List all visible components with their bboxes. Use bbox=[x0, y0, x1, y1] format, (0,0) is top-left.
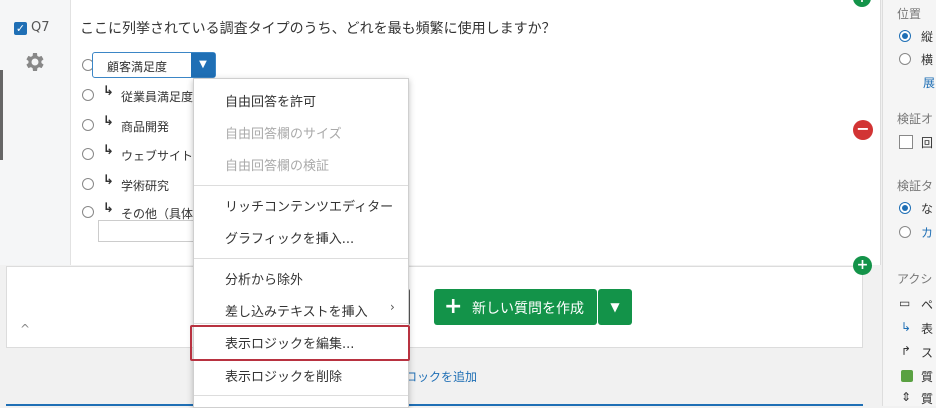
add-logic-link[interactable]: ロックを追加 bbox=[405, 368, 477, 385]
new-question-button[interactable]: + 新しい質問を作成 bbox=[434, 289, 597, 325]
action-label[interactable]: 質 bbox=[921, 368, 933, 385]
menu-item-exclude-analysis[interactable]: 分析から除外 bbox=[225, 269, 303, 288]
menu-item-edit-display-logic[interactable]: 表示ロジックを編集... bbox=[225, 333, 354, 352]
horizontal-label: 横 bbox=[921, 53, 934, 67]
menu-item-allow-text[interactable]: 自由回答を許可 bbox=[225, 91, 316, 110]
expand-link[interactable]: 展 bbox=[923, 74, 935, 91]
validation-custom-radio[interactable] bbox=[899, 226, 911, 238]
choice-radio[interactable] bbox=[82, 206, 94, 218]
page-icon[interactable]: ▭ bbox=[899, 296, 910, 310]
choice-context-menu: 自由回答を許可 自由回答欄のサイズ 自由回答欄の検証 リッチコンテンツエディター… bbox=[190, 78, 410, 408]
display-logic-icon[interactable]: ↳ bbox=[901, 320, 911, 334]
new-question-label: 新しい質問を作成 bbox=[472, 301, 584, 317]
action-label[interactable]: ペ bbox=[921, 296, 933, 313]
menu-divider bbox=[194, 258, 408, 259]
question-select-checkbox[interactable]: ✓ bbox=[14, 22, 27, 35]
branch-arrow-icon: ↳ bbox=[103, 84, 114, 99]
chevron-right-icon: › bbox=[390, 300, 395, 314]
validation-custom-label[interactable]: カ bbox=[921, 224, 933, 241]
actions-label: アクシ bbox=[897, 272, 933, 286]
collapse-icon[interactable]: ^ bbox=[20, 322, 30, 336]
menu-item-text-size: 自由回答欄のサイズ bbox=[225, 127, 342, 142]
vertical-radio[interactable] bbox=[899, 30, 911, 42]
choice-label[interactable]: ウェブサイト bbox=[121, 147, 193, 164]
gear-icon[interactable] bbox=[23, 50, 47, 74]
question-gutter bbox=[0, 0, 71, 265]
menu-item-rich-editor[interactable]: リッチコンテンツエディター bbox=[225, 196, 393, 215]
vertical-label: 縦 bbox=[921, 30, 934, 44]
choice-radio[interactable] bbox=[82, 89, 94, 101]
position-label: 位置 bbox=[897, 7, 922, 21]
choice-label[interactable]: 従業員満足度 bbox=[121, 88, 193, 105]
question-options-panel: 位置 縦 横 展 検証オ 回 検証タ な カ アクシ ▭ ペ ↳ 表 ↱ ス 質… bbox=[882, 0, 936, 406]
remove-choice-icon[interactable]: − bbox=[853, 120, 873, 140]
menu-item-remove-display-logic[interactable]: 表示ロジックを削除 bbox=[225, 366, 342, 385]
new-question-dropdown-button[interactable]: ▼ bbox=[598, 289, 632, 325]
action-label[interactable]: 質 bbox=[921, 390, 933, 406]
validation-checkbox[interactable] bbox=[899, 135, 913, 149]
branch-arrow-icon: ↳ bbox=[103, 201, 114, 216]
branch-arrow-icon: ↳ bbox=[103, 143, 114, 158]
choice-radio[interactable] bbox=[82, 119, 94, 131]
selection-bar bbox=[0, 70, 3, 160]
question-number: Q7 bbox=[31, 20, 50, 35]
horizontal-radio[interactable] bbox=[899, 53, 911, 65]
validation-check-label: 回 bbox=[921, 136, 934, 150]
menu-item-insert-graphic[interactable]: グラフィックを挿入... bbox=[225, 228, 354, 247]
branch-arrow-icon: ↳ bbox=[103, 173, 114, 188]
menu-divider bbox=[194, 185, 408, 186]
choice-radio[interactable] bbox=[82, 148, 94, 160]
choice-dropdown[interactable]: 顧客満足度 ▼ bbox=[92, 52, 216, 78]
menu-item-text-validation: 自由回答欄の検証 bbox=[225, 159, 330, 174]
other-text-input[interactable] bbox=[98, 220, 200, 242]
validation-type-label: 検証タ bbox=[897, 179, 934, 193]
validation-none-label: な bbox=[921, 202, 934, 216]
choice-label[interactable]: 学術研究 bbox=[121, 177, 169, 194]
menu-divider bbox=[194, 323, 408, 324]
choice-label[interactable]: 商品開発 bbox=[121, 118, 169, 135]
menu-item-insert-piped-text[interactable]: 差し込みテキストを挿入 bbox=[225, 301, 368, 320]
validation-none-radio[interactable] bbox=[899, 202, 911, 214]
validation-options-label: 検証オ bbox=[897, 112, 934, 126]
branch-arrow-icon: ↳ bbox=[103, 114, 114, 129]
menu-divider bbox=[194, 395, 408, 396]
question-text[interactable]: ここに列挙されている調査タイプのうち、どれを最も頻繁に使用しますか？ bbox=[80, 18, 556, 38]
copy-icon[interactable] bbox=[901, 370, 913, 382]
skip-logic-icon[interactable]: ↱ bbox=[901, 344, 911, 358]
chevron-down-icon[interactable]: ▼ bbox=[191, 53, 215, 77]
action-label[interactable]: ス bbox=[921, 344, 933, 361]
plus-icon: + bbox=[444, 294, 463, 319]
dropdown-value: 顧客満足度 bbox=[107, 60, 168, 74]
choice-radio[interactable] bbox=[82, 178, 94, 190]
action-label[interactable]: 表 bbox=[921, 320, 933, 337]
move-icon[interactable]: ⇕ bbox=[901, 390, 911, 404]
add-question-icon[interactable]: + bbox=[853, 256, 872, 275]
